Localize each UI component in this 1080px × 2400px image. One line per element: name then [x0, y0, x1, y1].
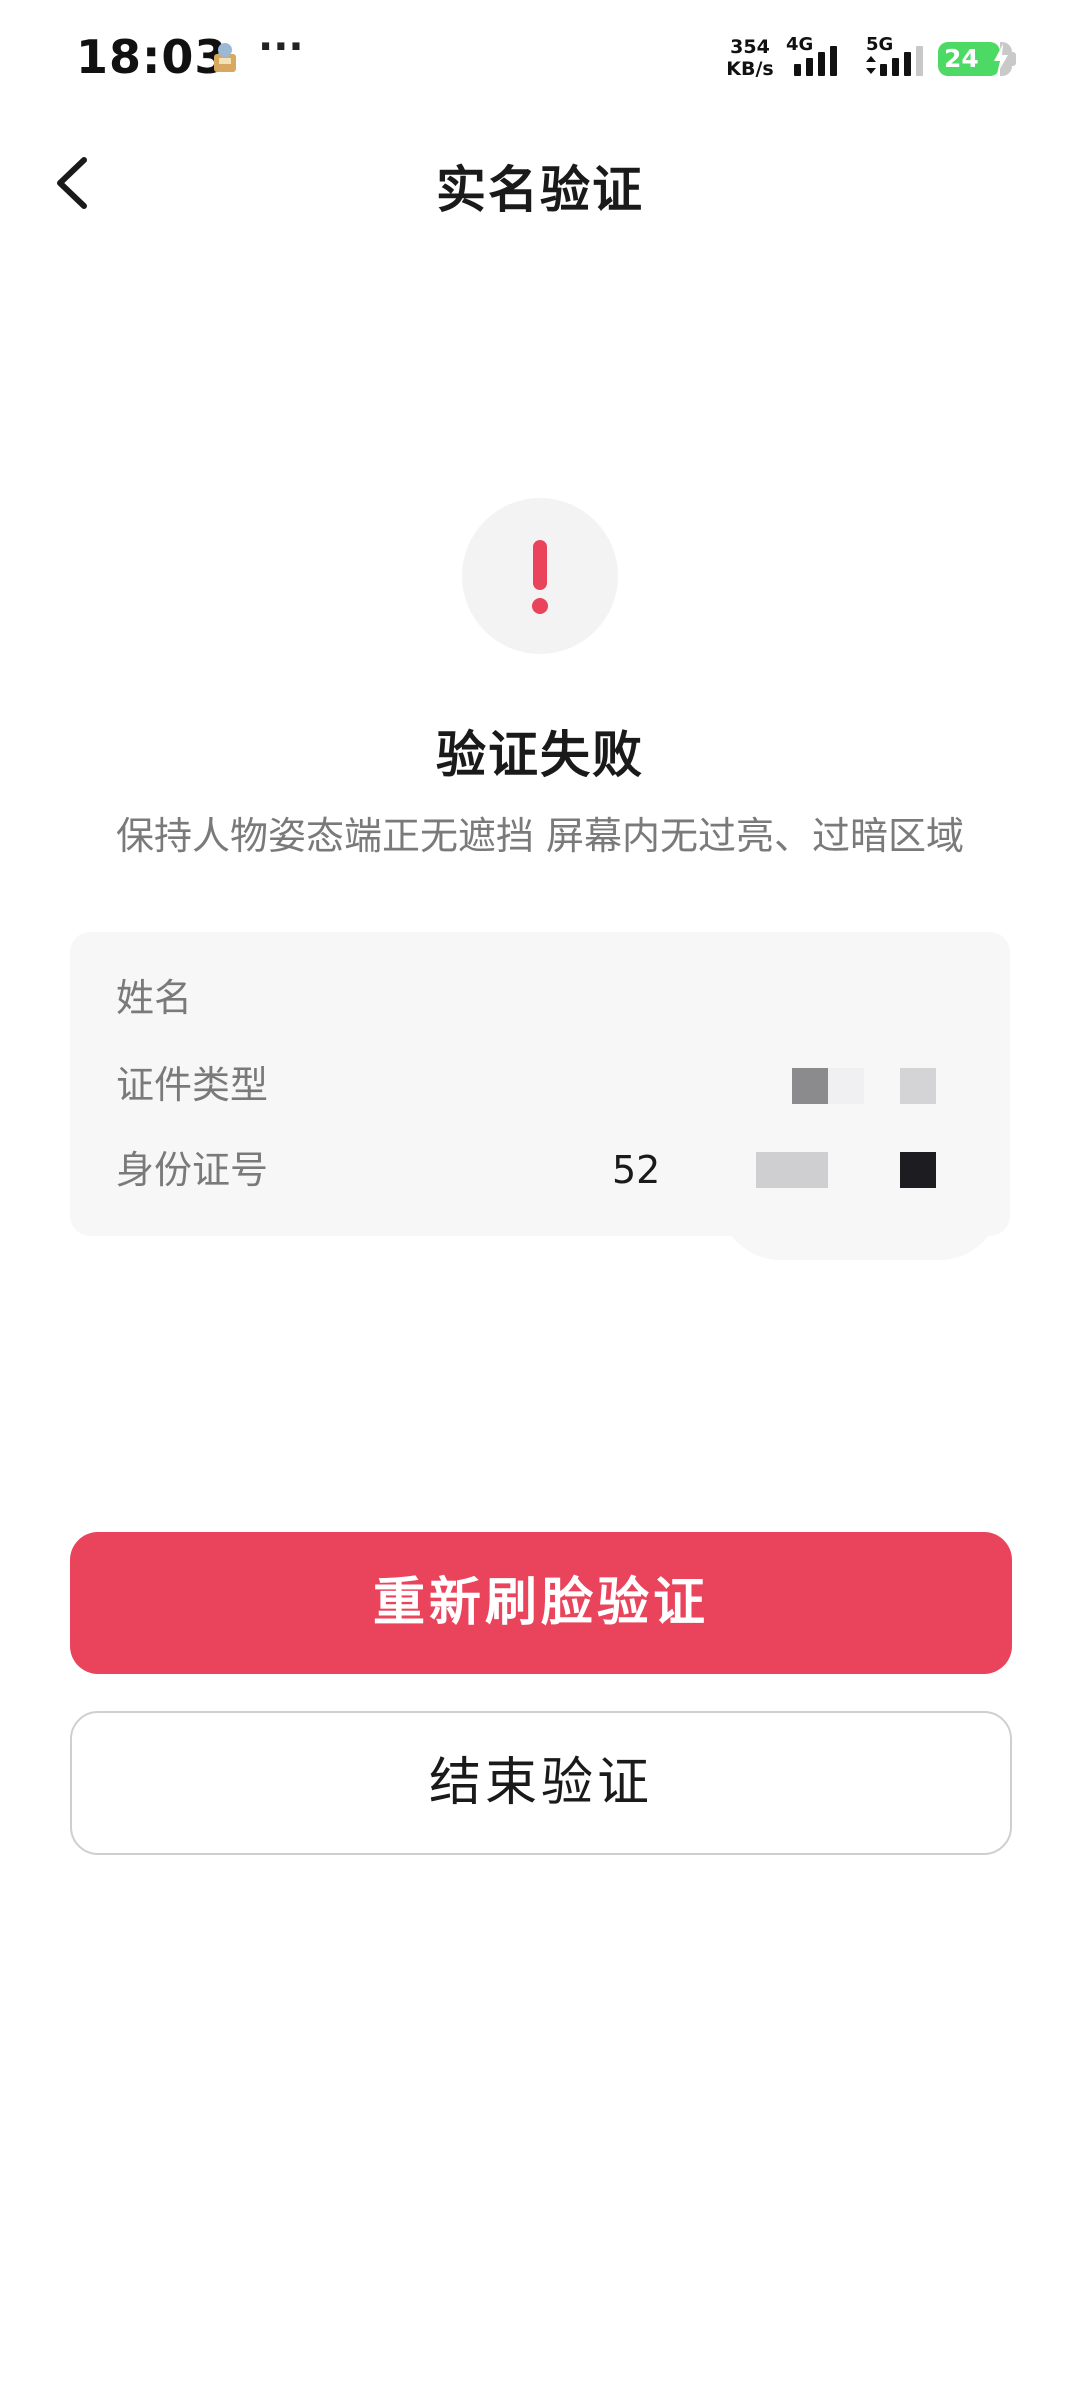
retry-face-verification-button[interactable]: 重新刷脸验证 — [70, 1532, 1012, 1674]
network-speed-value: 354 — [730, 36, 770, 58]
id-number-value: 52 — [612, 1148, 661, 1192]
signal-4g-bars-icon — [794, 46, 837, 76]
error-icon — [462, 498, 618, 654]
status-bar: 18:03 ··· 354 KB/s 4G 5G 24 — [0, 0, 1080, 118]
end-verification-button[interactable]: 结束验证 — [70, 1711, 1012, 1855]
redacted-mosaic — [756, 1152, 828, 1188]
signal-5g: 5G — [866, 34, 930, 76]
signal-5g-bars-icon — [880, 46, 923, 76]
network-speed-unit: KB/s — [726, 58, 774, 80]
signal-4g: 4G — [786, 34, 846, 76]
id-number-label: 身份证号 — [116, 1148, 269, 1192]
redacted-mosaic — [900, 1152, 936, 1188]
network-speed: 354 KB/s — [722, 36, 778, 80]
battery-level: 24 — [944, 44, 979, 73]
info-row-id-number: 身份证号 52 — [116, 1140, 964, 1200]
redacted-mosaic — [792, 1068, 828, 1104]
page-title: 实名验证 — [436, 161, 644, 219]
battery-tip — [1012, 52, 1016, 66]
info-row-id-type: 证件类型 — [116, 1055, 964, 1115]
id-type-label: 证件类型 — [116, 1063, 269, 1107]
redacted-mosaic — [900, 1068, 936, 1104]
charging-bolt-icon — [994, 44, 1008, 74]
redacted-mosaic — [828, 1068, 864, 1104]
data-arrows-icon — [866, 56, 876, 74]
status-time: 18:03 — [76, 30, 228, 84]
name-label: 姓名 — [116, 976, 193, 1020]
result-title: 验证失败 — [436, 726, 644, 784]
battery-icon: 24 — [938, 42, 1000, 76]
identity-info-card: 姓名 证件类型 身份证号 52 — [70, 932, 1010, 1236]
exclamation-icon — [532, 540, 548, 614]
result-tip: 保持人物姿态端正无遮挡 屏幕内无过亮、过暗区域 — [115, 814, 965, 858]
more-notifications-icon: ··· — [258, 24, 304, 70]
notification-avatar-icon — [214, 43, 236, 72]
info-row-name: 姓名 — [116, 968, 964, 1028]
